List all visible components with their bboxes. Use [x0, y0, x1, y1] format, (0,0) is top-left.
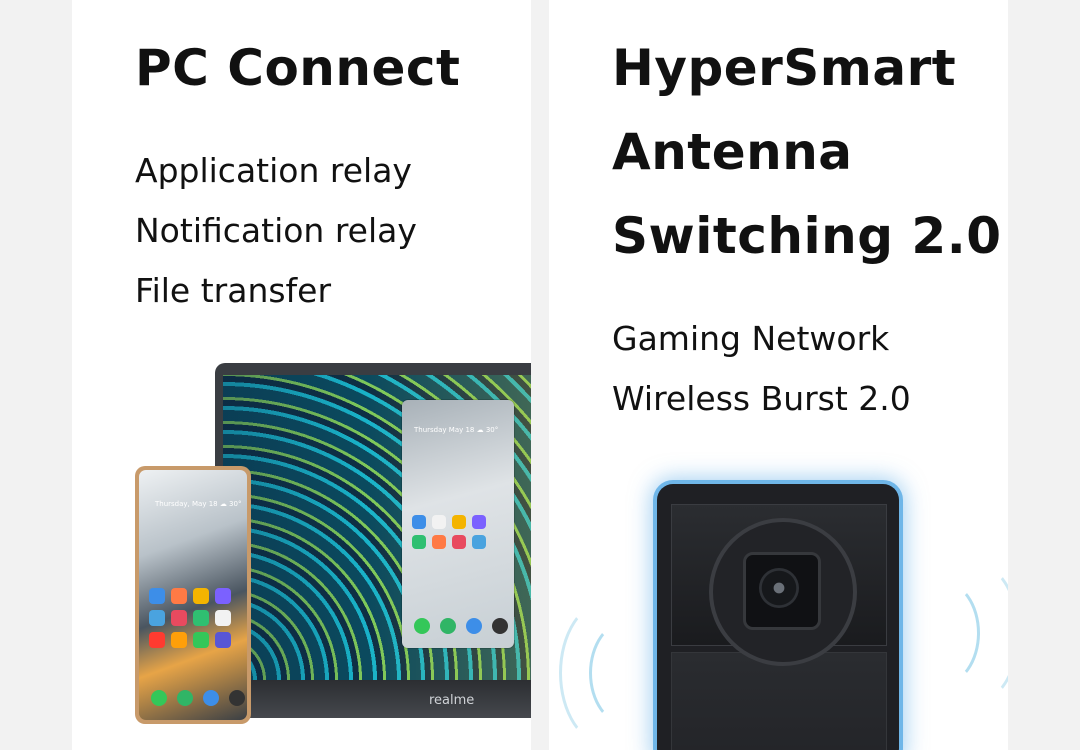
mirrored-phone-window: Thursday May 18 ☁ 30° [402, 400, 514, 648]
app-icon [452, 535, 466, 549]
app-icon [414, 618, 430, 634]
phone-dock [151, 690, 245, 706]
app-icon [452, 515, 466, 529]
app-icon [193, 610, 209, 626]
app-icon [466, 618, 482, 634]
antenna-title: HyperSmart Antenna Switching 2.0 [612, 39, 1002, 265]
camera-lens-icon [759, 568, 799, 608]
app-icon [171, 588, 187, 604]
app-icon [229, 690, 245, 706]
pc-connect-card: PC Connect Application relay Notificatio… [72, 0, 531, 750]
phone-date-text: Thursday, May 18 ☁ 30° [155, 500, 242, 508]
app-icon [432, 535, 446, 549]
phone-screen: Thursday, May 18 ☁ 30° [139, 470, 247, 720]
feature-file-transfer: File transfer [135, 271, 332, 310]
app-icon [193, 632, 209, 648]
app-icon [171, 632, 187, 648]
app-icon [472, 535, 486, 549]
app-icon [215, 632, 231, 648]
app-icon [149, 610, 165, 626]
app-icon [215, 588, 231, 604]
app-icon [151, 690, 167, 706]
mirror-date-text: Thursday May 18 ☁ 30° [414, 426, 499, 434]
antenna-card: HyperSmart Antenna Switching 2.0 Gaming … [549, 0, 1008, 750]
feature-gaming-network: Gaming Network [612, 319, 890, 358]
app-icon [432, 515, 446, 529]
laptop-bezel: realme [215, 680, 531, 718]
app-icon [412, 515, 426, 529]
pc-connect-title: PC Connect [135, 39, 461, 97]
app-icon [193, 588, 209, 604]
app-icon [149, 632, 165, 648]
battery-block [671, 652, 887, 750]
antenna-graphic [657, 484, 899, 750]
app-icon [203, 690, 219, 706]
app-icon [177, 690, 193, 706]
app-icon [171, 610, 187, 626]
feature-wireless-burst: Wireless Burst 2.0 [612, 379, 911, 418]
mirror-dock [414, 618, 508, 634]
laptop-brand-logo: realme [429, 693, 475, 708]
app-icon [440, 618, 456, 634]
app-icon [215, 610, 231, 626]
signal-wave-icon [589, 620, 665, 726]
app-icon [492, 618, 508, 634]
app-icon [412, 535, 426, 549]
phone-app-grid [149, 588, 231, 648]
feature-notification-relay: Notification relay [135, 211, 417, 250]
app-icon [149, 588, 165, 604]
app-icon [472, 515, 486, 529]
mirror-app-grid [412, 515, 486, 549]
signal-wave-icon [904, 580, 980, 686]
pc-connect-feature-list: Application relay Notification relay Fil… [135, 141, 417, 321]
phone-graphic: Thursday, May 18 ☁ 30° [135, 466, 251, 724]
feature-application-relay: Application relay [135, 151, 412, 190]
antenna-feature-list: Gaming Network Wireless Burst 2.0 [612, 309, 911, 429]
